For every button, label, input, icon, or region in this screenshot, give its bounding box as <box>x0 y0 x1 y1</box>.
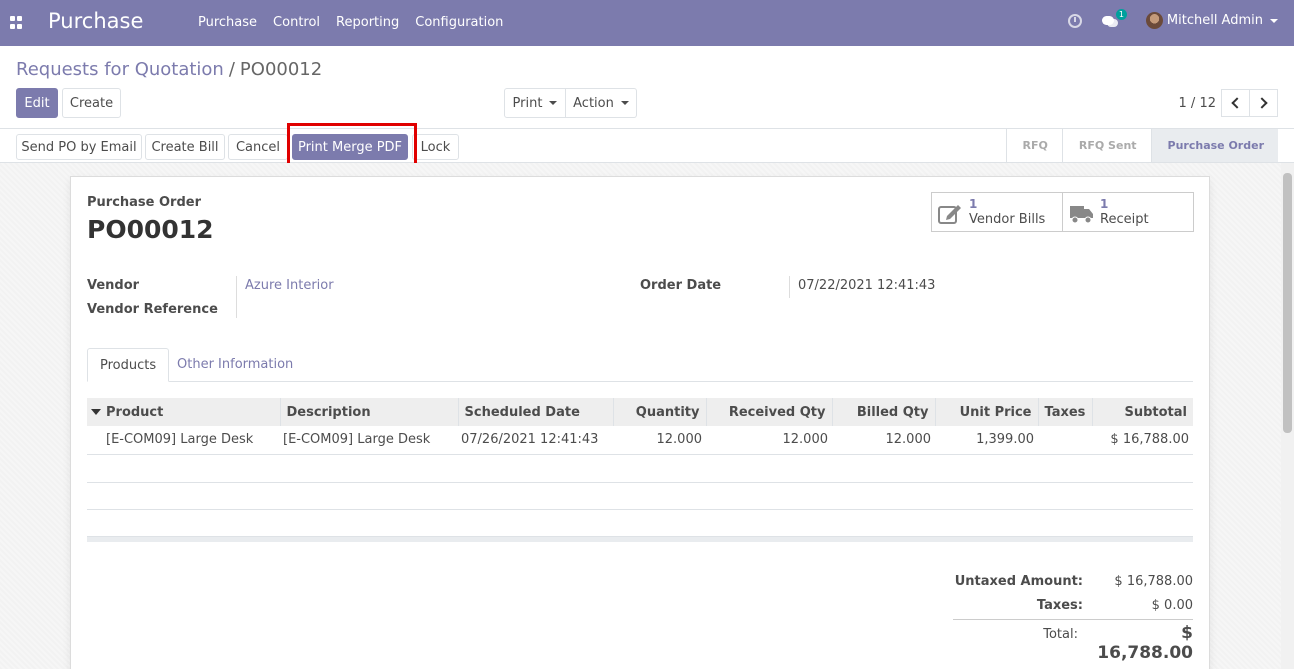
stage-purchase-order[interactable]: Purchase Order <box>1151 129 1278 162</box>
chevron-left-icon <box>1231 97 1243 109</box>
table-row[interactable]: [E-COM09] Large Desk [E-COM09] Large Des… <box>87 426 1193 455</box>
print-label: Print <box>512 95 543 111</box>
order-date-value: 07/22/2021 12:41:43 <box>798 278 936 293</box>
column-unit-price[interactable]: Unit Price <box>934 398 1038 426</box>
table-footer <box>87 536 1193 542</box>
empty-row <box>87 509 1193 510</box>
create-bill-button[interactable]: Create Bill <box>145 134 225 160</box>
app-name[interactable]: Purchase <box>48 9 143 33</box>
breadcrumb: Requests for Quotation / PO00012 <box>16 59 322 80</box>
column-quantity[interactable]: Quantity <box>612 398 706 426</box>
user-menu[interactable]: Mitchell Admin <box>1145 12 1278 29</box>
taxes-value: $ 0.00 <box>1151 598 1193 613</box>
avatar <box>1145 12 1163 29</box>
vendor-reference-label: Vendor Reference <box>87 302 218 317</box>
cell-taxes <box>1038 426 1092 455</box>
breadcrumb-current: PO00012 <box>239 59 323 80</box>
totals-divider <box>953 619 1193 620</box>
edit-button[interactable]: Edit <box>16 88 58 118</box>
send-po-email-button[interactable]: Send PO by Email <box>16 134 142 160</box>
cell-unit-price: 1,399.00 <box>935 426 1038 455</box>
menu-item-configuration[interactable]: Configuration <box>415 15 503 30</box>
total-label: Total: <box>1043 627 1078 642</box>
cell-product: [E-COM09] Large Desk <box>87 426 280 455</box>
vendor-bills-label: Vendor Bills <box>969 212 1046 227</box>
total-value: $ 16,788.00 <box>1097 623 1193 663</box>
notebook-tabs: Products Other Information <box>87 348 1193 382</box>
top-navbar: Purchase Purchase Control Reporting Conf… <box>0 0 1294 46</box>
order-date-label: Order Date <box>640 278 722 293</box>
pager-next-button[interactable] <box>1249 89 1278 117</box>
cell-description: [E-COM09] Large Desk <box>280 426 458 455</box>
activity-clock-icon[interactable] <box>1067 13 1082 28</box>
document-name: PO00012 <box>87 215 214 244</box>
lock-button[interactable]: Lock <box>412 134 459 160</box>
menu-item-control[interactable]: Control <box>273 15 320 30</box>
action-dropdown-button[interactable]: Action <box>565 88 637 118</box>
truck-icon <box>1070 206 1093 224</box>
status-bar: Send PO by Email Create Bill Cancel Prin… <box>0 128 1294 163</box>
receipt-smart-button[interactable]: 1 Receipt <box>1062 192 1194 232</box>
chevron-right-icon <box>1256 97 1268 109</box>
empty-row <box>87 482 1193 483</box>
form-sheet: Purchase Order PO00012 1 Vendor Bills 1 … <box>70 176 1210 669</box>
vendor-bills-count: 1 <box>969 197 978 211</box>
cell-quantity: 12.000 <box>613 426 706 455</box>
print-merge-pdf-button[interactable]: Print Merge PDF <box>292 134 408 160</box>
cancel-button[interactable]: Cancel <box>228 134 288 160</box>
chevron-down-icon <box>1270 18 1278 23</box>
vendor-bills-smart-button[interactable]: 1 Vendor Bills <box>931 192 1063 232</box>
column-received-qty[interactable]: Received Qty <box>705 398 832 426</box>
sort-caret-icon <box>91 409 101 415</box>
scrollbar[interactable] <box>1281 163 1294 669</box>
receipt-count: 1 <box>1100 197 1109 211</box>
chat-icon[interactable]: 1 <box>1101 8 1127 27</box>
status-stages: RFQ RFQ Sent Purchase Order <box>1005 129 1278 162</box>
action-label: Action <box>573 95 614 111</box>
receipt-label: Receipt <box>1100 212 1149 227</box>
cell-scheduled-date: 07/26/2021 12:41:43 <box>458 426 613 455</box>
pager-previous-button[interactable] <box>1221 89 1250 117</box>
chevron-down-icon <box>620 101 629 105</box>
cell-subtotal: $ 16,788.00 <box>1092 426 1193 455</box>
create-button[interactable]: Create <box>62 88 121 118</box>
print-dropdown-button[interactable]: Print <box>504 88 566 118</box>
column-description[interactable]: Description <box>279 398 458 426</box>
breadcrumb-parent[interactable]: Requests for Quotation <box>16 59 224 80</box>
vendor-label: Vendor <box>87 278 140 293</box>
main-menu: Purchase Control Reporting Configuration <box>190 15 511 30</box>
scrollbar-thumb[interactable] <box>1283 173 1292 433</box>
vendor-value[interactable]: Azure Interior <box>245 278 334 293</box>
cell-billed-qty: 12.000 <box>832 426 935 455</box>
order-lines-table: Product Description Scheduled Date Quant… <box>87 398 1193 455</box>
chat-count-badge: 1 <box>1115 8 1127 20</box>
tab-products[interactable]: Products <box>87 348 170 382</box>
untaxed-amount-label: Untaxed Amount: <box>954 574 1083 589</box>
column-taxes[interactable]: Taxes <box>1037 398 1092 426</box>
column-billed-qty[interactable]: Billed Qty <box>831 398 935 426</box>
breadcrumb-separator: / <box>228 59 235 80</box>
chevron-down-icon <box>549 101 558 105</box>
systray: 1 Mitchell Admin <box>1067 8 1278 29</box>
column-product[interactable]: Product <box>87 398 280 426</box>
column-subtotal[interactable]: Subtotal <box>1091 398 1193 426</box>
tab-other-information[interactable]: Other Information <box>165 348 305 382</box>
taxes-label: Taxes: <box>1036 598 1083 613</box>
menu-item-reporting[interactable]: Reporting <box>336 15 399 30</box>
pencil-square-icon <box>938 205 961 224</box>
stage-rfq[interactable]: RFQ <box>1007 129 1062 162</box>
stage-rfq-sent[interactable]: RFQ Sent <box>1063 129 1151 162</box>
pager-value[interactable]: 1 / 12 <box>1179 96 1216 111</box>
column-scheduled-date[interactable]: Scheduled Date <box>457 398 613 426</box>
apps-menu-icon[interactable] <box>10 16 23 29</box>
untaxed-amount-value: $ 16,788.00 <box>1114 574 1193 589</box>
document-type: Purchase Order <box>87 195 202 210</box>
cell-received-qty: 12.000 <box>706 426 832 455</box>
user-name: Mitchell Admin <box>1166 13 1263 28</box>
menu-item-purchase[interactable]: Purchase <box>198 15 257 30</box>
